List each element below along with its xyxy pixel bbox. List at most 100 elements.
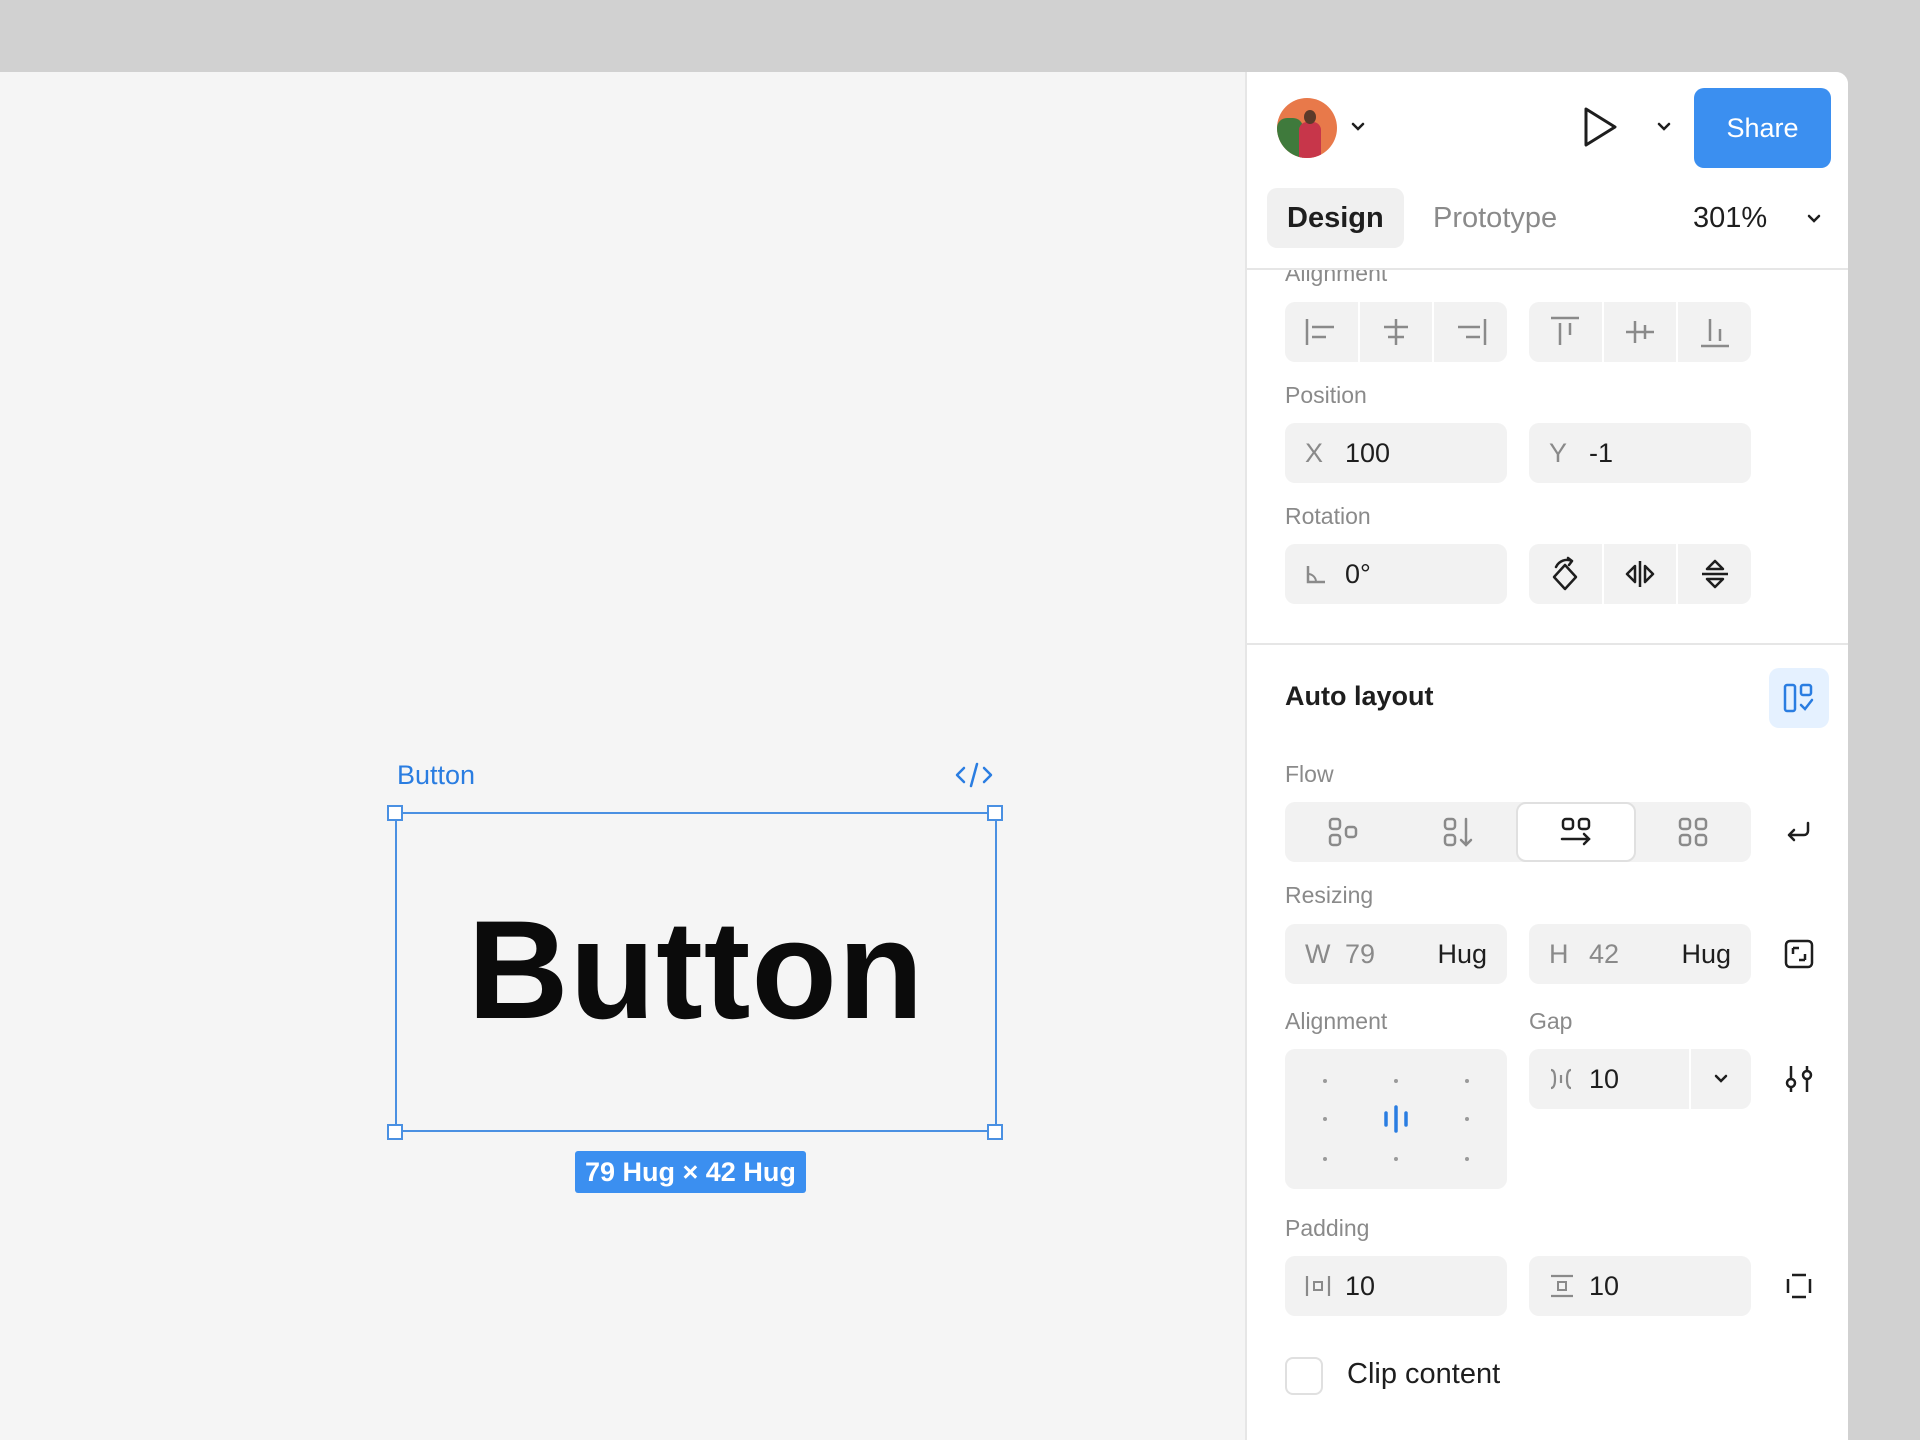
align-left-icon	[1306, 319, 1335, 345]
header-divider	[1247, 268, 1848, 270]
layout-alignment-label: Alignment	[1285, 1008, 1388, 1034]
align-center-horizontal-button[interactable]	[1360, 302, 1435, 362]
align-right-button[interactable]	[1434, 302, 1507, 362]
rotate-icon	[1553, 556, 1578, 591]
height-prefix: H	[1549, 938, 1569, 969]
angle-icon	[1305, 563, 1341, 585]
x-value[interactable]: 100	[1345, 438, 1390, 469]
frame-name-label[interactable]: Button	[397, 760, 475, 791]
padding-label: Padding	[1285, 1215, 1370, 1241]
align-top-button[interactable]	[1529, 302, 1604, 362]
resize-to-fit-button[interactable]	[1769, 924, 1829, 984]
wrap-icon	[1787, 821, 1810, 842]
width-value[interactable]: 79	[1345, 939, 1375, 970]
resize-handle-bottom-right[interactable]	[987, 1124, 1003, 1140]
individual-padding-icon	[1786, 1273, 1812, 1299]
flow-vertical-button[interactable]	[1401, 802, 1517, 862]
horizontal-padding-field[interactable]: 10	[1285, 1256, 1507, 1316]
user-avatar[interactable]	[1277, 98, 1337, 158]
flow-grid-button[interactable]	[1636, 802, 1752, 862]
zoom-level[interactable]: 301%	[1693, 188, 1767, 248]
play-icon[interactable]	[1581, 106, 1619, 148]
editor-window: Button Button 79 Hug × 42 Hug Share Desi…	[0, 72, 1848, 1440]
align-right-icon	[1457, 319, 1486, 345]
y-prefix: Y	[1549, 437, 1568, 468]
align-bottom-button[interactable]	[1678, 302, 1751, 362]
horizontal-flow-icon	[1560, 817, 1591, 846]
horizontal-alignment-group	[1285, 302, 1507, 362]
width-mode-dropdown[interactable]: Hug	[1437, 939, 1487, 970]
y-value[interactable]: -1	[1589, 438, 1613, 469]
freeform-icon	[1328, 817, 1357, 847]
chevron-down-icon[interactable]	[1351, 122, 1365, 132]
align-left-button[interactable]	[1285, 302, 1360, 362]
share-button[interactable]: Share	[1694, 88, 1831, 168]
selected-frame[interactable]: Button	[395, 812, 997, 1132]
individual-padding-button[interactable]	[1769, 1256, 1829, 1316]
tab-prototype[interactable]: Prototype	[1413, 188, 1577, 248]
align-middle-vertical-icon	[1626, 321, 1654, 343]
gap-value[interactable]: 10	[1589, 1064, 1619, 1095]
clip-content-label: Clip content	[1347, 1358, 1501, 1390]
advanced-layout-settings-button[interactable]	[1769, 1049, 1829, 1109]
properties-panel: Share Design Prototype 301% Alignment Po…	[1245, 72, 1848, 1440]
position-y-field[interactable]: Y -1	[1529, 423, 1751, 483]
resize-handle-top-right[interactable]	[987, 805, 1003, 821]
flow-group	[1285, 802, 1751, 862]
vertical-padding-icon	[1549, 1274, 1585, 1298]
vertical-flow-icon	[1444, 817, 1473, 847]
auto-layout-suggest-button[interactable]	[1769, 668, 1829, 728]
clip-content-checkbox[interactable]	[1285, 1357, 1323, 1395]
alignment-matrix[interactable]	[1285, 1049, 1507, 1189]
flow-horizontal-button[interactable]	[1516, 802, 1636, 862]
height-value[interactable]: 42	[1589, 939, 1619, 970]
rotate-90-button[interactable]	[1529, 544, 1604, 604]
code-icon[interactable]	[955, 760, 993, 790]
flip-vertical-button[interactable]	[1678, 544, 1751, 604]
resizing-label: Resizing	[1285, 882, 1374, 908]
position-label: Position	[1285, 382, 1367, 408]
rotation-value[interactable]: 0°	[1345, 559, 1371, 590]
flip-horizontal-button[interactable]	[1604, 544, 1679, 604]
width-field[interactable]: W 79 Hug	[1285, 924, 1507, 984]
resize-to-fit-icon	[1784, 939, 1814, 969]
align-middle-vertical-button[interactable]	[1604, 302, 1679, 362]
position-x-field[interactable]: X 100	[1285, 423, 1507, 483]
flow-freeform-button[interactable]	[1285, 802, 1401, 862]
button-text-layer[interactable]: Button	[468, 889, 925, 1051]
chevron-down-icon	[1714, 1074, 1728, 1083]
tab-design[interactable]: Design	[1267, 188, 1404, 248]
x-prefix: X	[1305, 437, 1324, 468]
center-alignment-indicator-icon	[1384, 1105, 1408, 1133]
dimensions-badge: 79 Hug × 42 Hug	[575, 1151, 806, 1193]
align-center-horizontal-icon	[1384, 319, 1408, 345]
rotation-field[interactable]: 0°	[1285, 544, 1507, 604]
gap-label: Gap	[1529, 1008, 1573, 1034]
alignment-section-label: Alignment	[1285, 260, 1388, 286]
section-divider	[1247, 643, 1848, 645]
wrap-button[interactable]	[1769, 802, 1829, 862]
auto-layout-title: Auto layout	[1285, 681, 1434, 711]
horizontal-padding-value[interactable]: 10	[1345, 1271, 1375, 1302]
gap-icon	[1549, 1067, 1585, 1091]
gap-field[interactable]: 10	[1529, 1049, 1751, 1109]
rotation-label: Rotation	[1285, 503, 1371, 529]
chevron-down-icon[interactable]	[1657, 122, 1671, 132]
height-field[interactable]: H 42 Hug	[1529, 924, 1751, 984]
chevron-down-icon[interactable]	[1807, 214, 1821, 224]
vertical-alignment-group	[1529, 302, 1751, 362]
height-mode-dropdown[interactable]: Hug	[1681, 939, 1731, 970]
auto-layout-suggest-icon	[1783, 683, 1814, 713]
grid-flow-icon	[1679, 817, 1708, 847]
flip-vertical-icon	[1701, 559, 1728, 589]
canvas[interactable]: Button Button 79 Hug × 42 Hug	[0, 72, 1245, 1440]
vertical-padding-field[interactable]: 10	[1529, 1256, 1751, 1316]
transform-group	[1529, 544, 1751, 604]
resize-handle-top-left[interactable]	[387, 805, 403, 821]
flip-horizontal-icon	[1625, 561, 1655, 587]
vertical-padding-value[interactable]: 10	[1589, 1271, 1619, 1302]
resize-handle-bottom-left[interactable]	[387, 1124, 403, 1140]
align-bottom-icon	[1700, 319, 1729, 348]
horizontal-padding-icon	[1305, 1274, 1341, 1298]
gap-dropdown[interactable]	[1689, 1049, 1751, 1109]
